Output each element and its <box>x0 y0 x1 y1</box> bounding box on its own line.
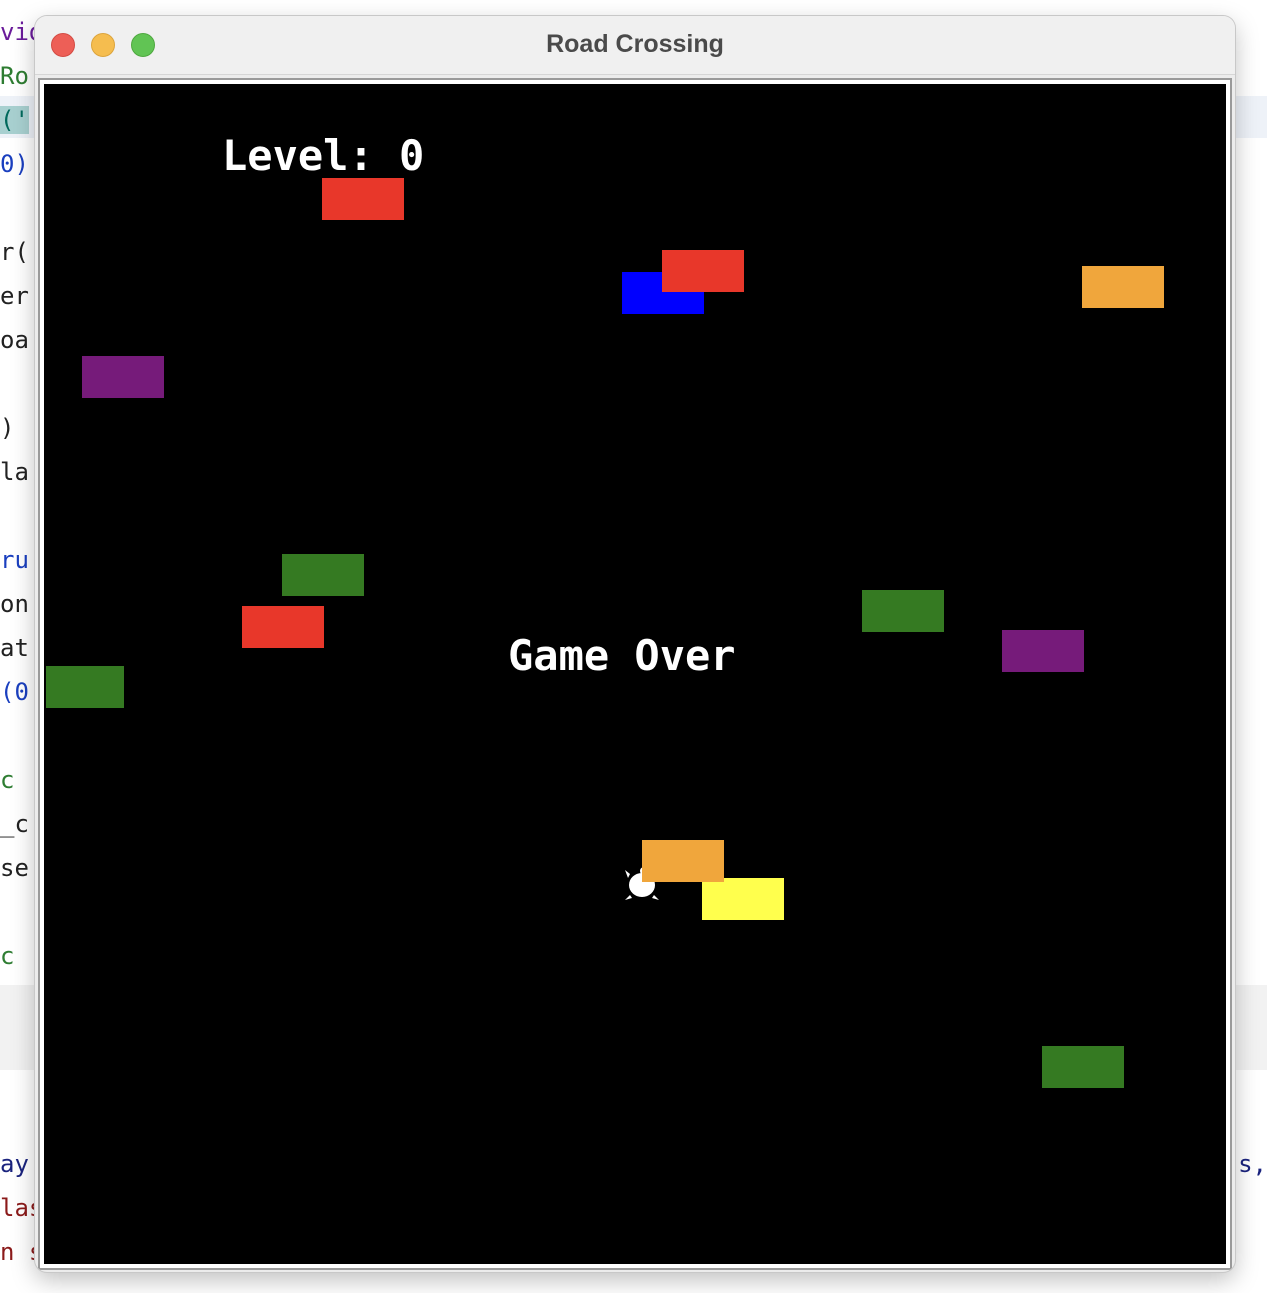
car <box>702 878 784 920</box>
window-title: Road Crossing <box>546 30 724 58</box>
code-fragment: _c <box>0 810 29 838</box>
code-fragment: on <box>0 590 29 618</box>
code-fragment: c <box>0 766 15 794</box>
code-fragment: at <box>0 634 29 662</box>
car <box>862 590 944 632</box>
code-fragment: c <box>0 942 15 970</box>
title-bar[interactable]: Road Crossing <box>35 16 1235 75</box>
car <box>242 606 324 648</box>
code-fragment: r( <box>0 238 29 266</box>
code-fragment: la <box>0 458 29 486</box>
code-fragment: Ro <box>0 62 29 90</box>
car <box>82 356 164 398</box>
game-over-text: Game Over <box>508 631 736 680</box>
car <box>46 666 124 708</box>
level-scoreboard: Level: 0 <box>222 131 425 180</box>
maximize-button[interactable] <box>131 33 155 57</box>
car <box>322 178 404 220</box>
code-fragment: ru <box>0 546 29 574</box>
car <box>1082 266 1164 308</box>
game-window: Road Crossing Level: 0 Game Over <box>35 16 1235 1272</box>
code-fragment: ) <box>0 414 15 442</box>
car <box>1042 1046 1124 1088</box>
car <box>282 554 364 596</box>
code-fragment: 0) <box>0 150 29 178</box>
minimize-button[interactable] <box>91 33 115 57</box>
code-fragment: (0 <box>0 678 29 706</box>
car <box>642 840 724 882</box>
code-fragment: er <box>0 282 29 310</box>
code-fragment: (' <box>0 106 29 134</box>
code-fragment: ay <box>0 1150 29 1178</box>
car <box>1002 630 1084 672</box>
game-canvas[interactable]: Level: 0 Game Over <box>44 84 1226 1264</box>
code-fragment: se <box>0 854 29 882</box>
close-button[interactable] <box>51 33 75 57</box>
code-fragment: oa <box>0 326 29 354</box>
car <box>662 250 744 292</box>
